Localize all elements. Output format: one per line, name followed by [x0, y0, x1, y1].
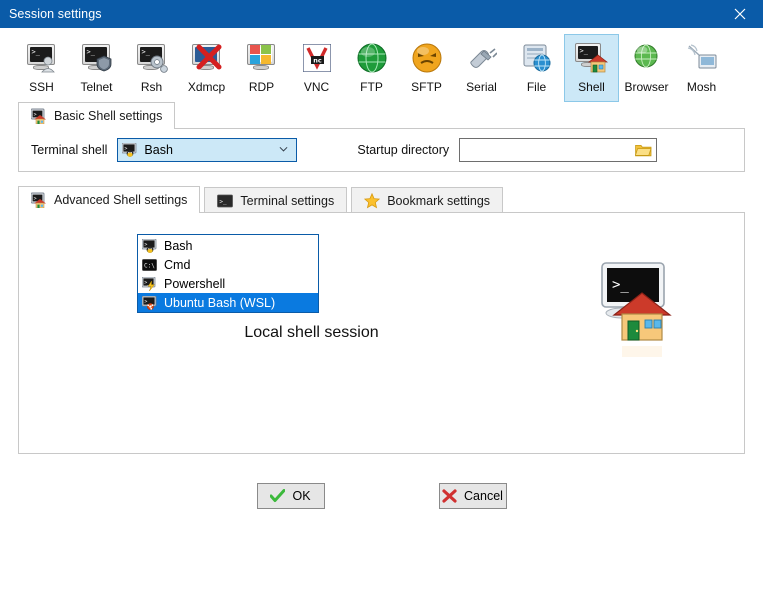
- toolbar-item-ssh[interactable]: >_ SSH: [14, 34, 69, 102]
- toolbar-item-rsh[interactable]: >_ Rsh: [124, 34, 179, 102]
- toolbar-item-serial[interactable]: Serial: [454, 34, 509, 102]
- telnet-icon: >_: [80, 41, 114, 75]
- toolbar-label: SFTP: [411, 80, 442, 94]
- toolbar-item-sftp[interactable]: SFTP: [399, 34, 454, 102]
- close-button[interactable]: [717, 0, 763, 28]
- toolbar-label: Xdmcp: [187, 80, 226, 94]
- tab-bookmark-settings[interactable]: Bookmark settings: [351, 187, 504, 213]
- close-icon: [734, 8, 746, 20]
- toolbar-item-vnc[interactable]: nc VNC: [289, 34, 344, 102]
- tab-basic-shell-settings[interactable]: >_ Basic Shell settings: [18, 102, 176, 129]
- window-body: >_ SSH >_ Telnet >_ Rsh Xdmcp RDP nc VNC…: [0, 28, 763, 603]
- toolbar-label: Telnet: [80, 80, 113, 94]
- toolbar-item-browser[interactable]: Browser: [619, 34, 674, 102]
- shell-icon: >_: [574, 41, 609, 75]
- dropdown-option-label: Bash: [164, 238, 193, 253]
- local-shell-icon: >_: [598, 257, 676, 423]
- svg-text:nc: nc: [313, 57, 322, 65]
- dropdown-option-bash[interactable]: >_ Bash: [138, 236, 318, 255]
- tab-label: Basic Shell settings: [54, 109, 163, 123]
- tab-label: Bookmark settings: [387, 193, 491, 208]
- dropdown-option-cmd[interactable]: C:\ Cmd: [138, 255, 318, 274]
- toolbar-label: VNC: [303, 80, 330, 94]
- toolbar-item-telnet[interactable]: >_ Telnet: [69, 34, 124, 102]
- terminal-shell-combobox[interactable]: >_ Bash: [117, 138, 298, 162]
- toolbar-label: Rsh: [140, 80, 163, 94]
- terminal-shell-dropdown-list[interactable]: >_ Bash C:\ Cmd >_ Powershell >_ Ubuntu …: [137, 234, 319, 313]
- ftp-icon: [355, 41, 389, 75]
- toolbar-label: Mosh: [686, 80, 717, 94]
- toolbar-item-mosh[interactable]: Mosh: [674, 34, 729, 102]
- dropdown-option-ubuntu-bash-wsl[interactable]: >_ Ubuntu Bash (WSL): [138, 293, 318, 312]
- bash-icon: >_: [122, 142, 138, 157]
- ok-button-label: OK: [292, 489, 311, 503]
- advanced-settings-section: >_ Advanced Shell settings >_ Terminal s…: [0, 186, 763, 454]
- xdmcp-icon: [190, 41, 224, 75]
- shell-icon: >_: [30, 108, 47, 125]
- content-message: Local shell session: [244, 324, 379, 341]
- cancel-button-label: Cancel: [464, 489, 503, 503]
- serial-icon: [465, 41, 499, 75]
- ssh-icon: >_: [25, 41, 59, 75]
- folder-open-icon[interactable]: [634, 143, 652, 157]
- cmd-icon: C:\: [142, 258, 158, 272]
- dialog-footer: OK Cancel: [0, 483, 763, 509]
- chevron-down-icon: [279, 146, 288, 152]
- tab-advanced-shell-settings[interactable]: >_ Advanced Shell settings: [18, 186, 201, 213]
- basic-tabstrip: >_ Basic Shell settings: [18, 102, 745, 129]
- sftp-icon: [410, 41, 444, 75]
- terminal-icon: >_: [217, 193, 234, 209]
- browser-icon: [630, 41, 664, 75]
- toolbar-label: Serial: [466, 80, 497, 94]
- vnc-icon: nc: [300, 41, 334, 75]
- toolbar-label: File: [526, 80, 547, 94]
- tab-label: Advanced Shell settings: [54, 193, 188, 207]
- powershell-icon: >_: [141, 276, 158, 291]
- terminal-shell-label: Terminal shell: [31, 143, 108, 157]
- basic-settings-panel: Terminal shell >_ Bash Startup directory: [18, 128, 745, 172]
- startup-directory-input[interactable]: [459, 138, 658, 162]
- window-titlebar: Session settings: [0, 0, 763, 28]
- rsh-icon: >_: [135, 41, 169, 75]
- mosh-icon: [685, 41, 719, 75]
- svg-text:>_: >_: [220, 198, 228, 205]
- dropdown-option-label: Ubuntu Bash (WSL): [164, 295, 276, 310]
- window-title: Session settings: [9, 7, 102, 21]
- star-icon: [364, 192, 381, 209]
- file-icon: [520, 41, 554, 75]
- protocol-toolbar: >_ SSH >_ Telnet >_ Rsh Xdmcp RDP nc VNC…: [0, 28, 763, 102]
- bash-icon: >_: [141, 238, 158, 253]
- shell-session-content-panel: Local shell session >_: [18, 212, 745, 454]
- shell-icon: >_: [30, 192, 47, 209]
- toolbar-label: RDP: [248, 80, 275, 94]
- basic-settings-section: >_ Basic Shell settings Terminal shell >…: [0, 102, 763, 172]
- check-icon: [269, 489, 286, 503]
- toolbar-item-xdmcp[interactable]: Xdmcp: [179, 34, 234, 102]
- cross-icon: [442, 489, 457, 503]
- sub-tabstrip: >_ Advanced Shell settings >_ Terminal s…: [18, 186, 745, 213]
- tab-terminal-settings[interactable]: >_ Terminal settings: [204, 187, 348, 213]
- dropdown-option-powershell[interactable]: >_ Powershell: [138, 274, 318, 293]
- ok-button[interactable]: OK: [256, 483, 325, 509]
- dropdown-option-label: Powershell: [164, 276, 226, 291]
- toolbar-label: SSH: [29, 80, 54, 94]
- tab-label: Terminal settings: [240, 193, 335, 208]
- svg-text:>_: >_: [612, 277, 629, 293]
- ubuntu-icon: >_: [141, 295, 158, 310]
- toolbar-label: Browser: [624, 80, 669, 94]
- toolbar-item-shell[interactable]: >_ Shell: [564, 34, 619, 102]
- startup-directory-label: Startup directory: [357, 143, 450, 157]
- svg-text:C:\: C:\: [144, 262, 155, 269]
- toolbar-item-rdp[interactable]: RDP: [234, 34, 289, 102]
- rdp-icon: [245, 41, 279, 75]
- cancel-button[interactable]: Cancel: [438, 483, 507, 509]
- dropdown-option-label: Cmd: [164, 257, 191, 272]
- toolbar-label: Shell: [578, 80, 605, 94]
- toolbar-item-file[interactable]: File: [509, 34, 564, 102]
- toolbar-item-ftp[interactable]: FTP: [344, 34, 399, 102]
- terminal-shell-value: Bash: [144, 143, 173, 157]
- toolbar-label: FTP: [360, 80, 383, 94]
